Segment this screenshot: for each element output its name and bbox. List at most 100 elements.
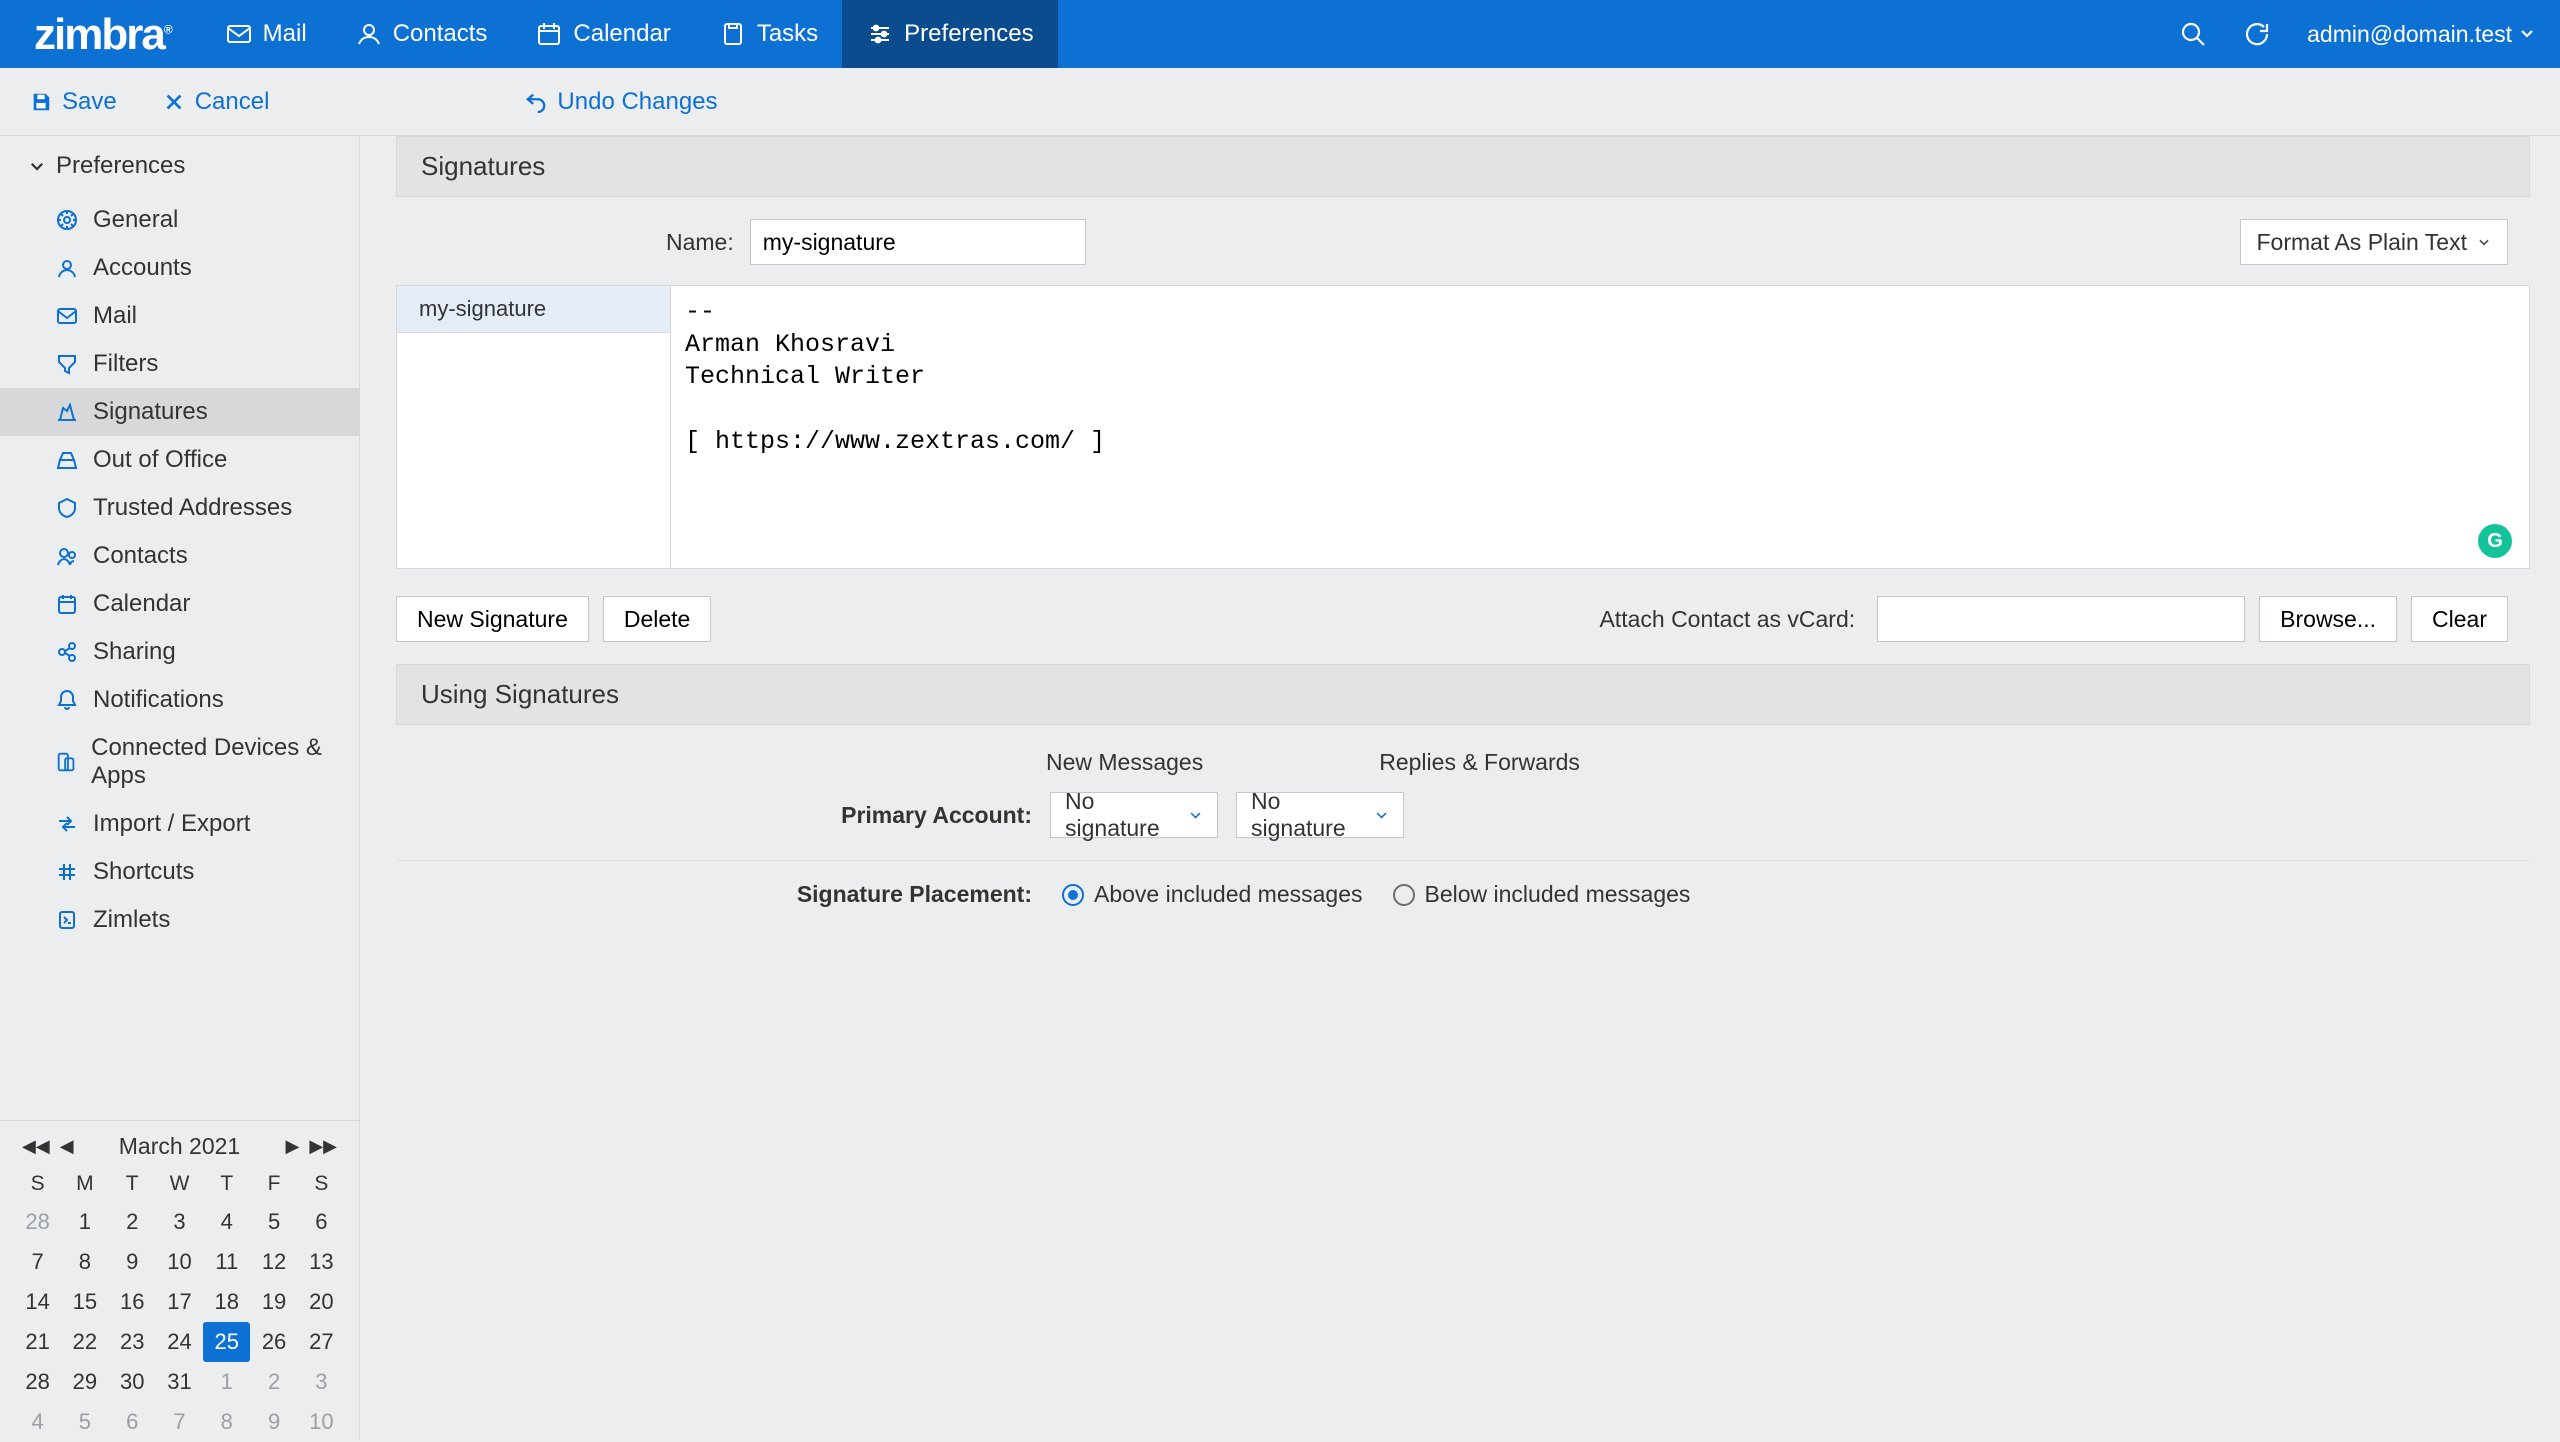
cal-day[interactable]: 3 bbox=[156, 1202, 203, 1242]
cal-day[interactable]: 10 bbox=[298, 1402, 345, 1442]
nav-mail[interactable]: Mail bbox=[201, 0, 331, 68]
sidebar-item-connected-devices-apps[interactable]: Connected Devices & Apps bbox=[0, 724, 359, 800]
sidebar-item-filters[interactable]: Filters bbox=[0, 340, 359, 388]
cal-day[interactable]: 9 bbox=[109, 1242, 156, 1282]
nav-calendar[interactable]: Calendar bbox=[511, 0, 694, 68]
cal-day[interactable]: 3 bbox=[298, 1362, 345, 1402]
delete-signature-button[interactable]: Delete bbox=[603, 596, 711, 642]
cal-day[interactable]: 5 bbox=[250, 1202, 297, 1242]
cal-day[interactable]: 4 bbox=[203, 1202, 250, 1242]
cal-day[interactable]: 13 bbox=[298, 1242, 345, 1282]
user-menu[interactable]: admin@domain.test bbox=[2307, 21, 2534, 48]
sidebar-item-trusted-addresses[interactable]: Trusted Addresses bbox=[0, 484, 359, 532]
placement-above-radio[interactable]: Above included messages bbox=[1062, 881, 1363, 908]
new-signature-button[interactable]: New Signature bbox=[396, 596, 589, 642]
cal-day[interactable]: 25 bbox=[203, 1322, 250, 1362]
cal-day[interactable]: 12 bbox=[250, 1242, 297, 1282]
placement-below-radio[interactable]: Below included messages bbox=[1393, 881, 1691, 908]
cal-day[interactable]: 2 bbox=[109, 1202, 156, 1242]
cal-day[interactable]: 31 bbox=[156, 1362, 203, 1402]
nav-tasks[interactable]: Tasks bbox=[695, 0, 842, 68]
sidebar-item-mail[interactable]: Mail bbox=[0, 292, 359, 340]
cal-dow: S bbox=[298, 1166, 345, 1202]
clear-button[interactable]: Clear bbox=[2411, 596, 2508, 642]
sidebar-item-contacts[interactable]: Contacts bbox=[0, 532, 359, 580]
cal-dow: F bbox=[250, 1166, 297, 1202]
cal-prev-year-icon[interactable]: ◀◀ bbox=[22, 1136, 50, 1157]
cal-day[interactable]: 24 bbox=[156, 1322, 203, 1362]
cal-day[interactable]: 11 bbox=[203, 1242, 250, 1282]
signature-body-input[interactable] bbox=[670, 285, 2530, 569]
sidebar-item-import-export[interactable]: Import / Export bbox=[0, 800, 359, 848]
cal-day[interactable]: 6 bbox=[109, 1402, 156, 1442]
cal-day[interactable]: 26 bbox=[250, 1322, 297, 1362]
cal-dow: T bbox=[203, 1166, 250, 1202]
cal-day[interactable]: 8 bbox=[203, 1402, 250, 1442]
cal-day[interactable]: 29 bbox=[61, 1362, 108, 1402]
cal-day[interactable]: 28 bbox=[14, 1362, 61, 1402]
cal-day[interactable]: 5 bbox=[61, 1402, 108, 1442]
cal-day[interactable]: 17 bbox=[156, 1282, 203, 1322]
cal-day[interactable]: 15 bbox=[61, 1282, 108, 1322]
sidebar-item-sharing[interactable]: Sharing bbox=[0, 628, 359, 676]
sidebar-icon bbox=[55, 908, 79, 932]
cal-day[interactable]: 28 bbox=[14, 1202, 61, 1242]
chevron-down-icon bbox=[2477, 235, 2491, 249]
cal-day[interactable]: 20 bbox=[298, 1282, 345, 1322]
save-button[interactable]: Save bbox=[30, 88, 117, 116]
cal-day[interactable]: 16 bbox=[109, 1282, 156, 1322]
nav-contacts[interactable]: Contacts bbox=[331, 0, 512, 68]
reply-sig-select[interactable]: No signature bbox=[1236, 792, 1404, 838]
nav-preferences[interactable]: Preferences bbox=[842, 0, 1057, 68]
cal-day[interactable]: 7 bbox=[14, 1242, 61, 1282]
cal-prev-month-icon[interactable]: ◀ bbox=[60, 1136, 74, 1157]
cal-day[interactable]: 6 bbox=[298, 1202, 345, 1242]
search-icon[interactable] bbox=[2179, 20, 2207, 48]
new-message-sig-select[interactable]: No signature bbox=[1050, 792, 1218, 838]
cal-day[interactable]: 23 bbox=[109, 1322, 156, 1362]
sidebar-item-accounts[interactable]: Accounts bbox=[0, 244, 359, 292]
sidebar-item-general[interactable]: General bbox=[0, 196, 359, 244]
cal-day[interactable]: 1 bbox=[61, 1202, 108, 1242]
cal-day[interactable]: 8 bbox=[61, 1242, 108, 1282]
sidebar-item-notifications[interactable]: Notifications bbox=[0, 676, 359, 724]
browse-button[interactable]: Browse... bbox=[2259, 596, 2397, 642]
cal-day[interactable]: 1 bbox=[203, 1362, 250, 1402]
vcard-input[interactable] bbox=[1877, 596, 2245, 642]
sidebar-header[interactable]: Preferences bbox=[0, 136, 359, 196]
cal-next-month-icon[interactable]: ▶ bbox=[285, 1136, 299, 1157]
cal-day[interactable]: 19 bbox=[250, 1282, 297, 1322]
sidebar-item-shortcuts[interactable]: Shortcuts bbox=[0, 848, 359, 896]
signature-list-item[interactable]: my-signature bbox=[397, 286, 670, 333]
signature-name-input[interactable] bbox=[750, 219, 1086, 265]
cal-day[interactable]: 18 bbox=[203, 1282, 250, 1322]
cancel-button[interactable]: Cancel bbox=[163, 88, 270, 116]
refresh-icon[interactable] bbox=[2243, 20, 2271, 48]
cal-day[interactable]: 9 bbox=[250, 1402, 297, 1442]
cal-day[interactable]: 4 bbox=[14, 1402, 61, 1442]
sidebar-item-calendar[interactable]: Calendar bbox=[0, 580, 359, 628]
sidebar-icon bbox=[55, 208, 79, 232]
cal-day[interactable]: 27 bbox=[298, 1322, 345, 1362]
sliders-icon bbox=[866, 20, 894, 48]
undo-button[interactable]: Undo Changes bbox=[525, 88, 717, 116]
sidebar-item-signatures[interactable]: Signatures bbox=[0, 388, 359, 436]
format-select[interactable]: Format As Plain Text bbox=[2240, 219, 2509, 265]
cal-day[interactable]: 21 bbox=[14, 1322, 61, 1362]
mini-calendar: ◀◀ ◀ March 2021 ▶ ▶▶ SMTWTFS281234567891… bbox=[0, 1120, 359, 1440]
chevron-down-icon bbox=[2520, 27, 2534, 41]
sidebar-icon bbox=[55, 640, 79, 664]
cal-day[interactable]: 7 bbox=[156, 1402, 203, 1442]
grammarly-icon[interactable]: G bbox=[2478, 524, 2512, 558]
cal-dow: T bbox=[109, 1166, 156, 1202]
cal-day[interactable]: 14 bbox=[14, 1282, 61, 1322]
cal-day[interactable]: 10 bbox=[156, 1242, 203, 1282]
chevron-down-icon bbox=[1374, 807, 1389, 823]
cal-day[interactable]: 2 bbox=[250, 1362, 297, 1402]
cal-next-year-icon[interactable]: ▶▶ bbox=[309, 1136, 337, 1157]
sidebar-item-zimlets[interactable]: Zimlets bbox=[0, 896, 359, 944]
cal-day[interactable]: 22 bbox=[61, 1322, 108, 1362]
sidebar-item-out-of-office[interactable]: Out of Office bbox=[0, 436, 359, 484]
sidebar-icon bbox=[55, 860, 79, 884]
cal-day[interactable]: 30 bbox=[109, 1362, 156, 1402]
